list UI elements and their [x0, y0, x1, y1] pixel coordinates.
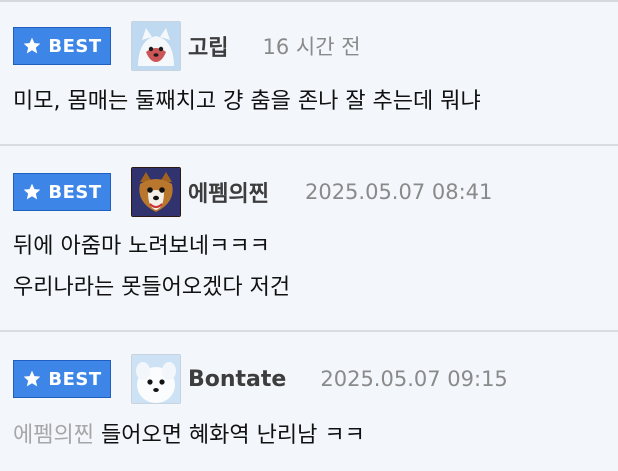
best-badge: BEST — [13, 360, 111, 398]
comment-author[interactable]: 고립 — [188, 30, 228, 62]
best-badge-label: BEST — [48, 181, 102, 203]
comment-body: 에펨의찐 들어오면 혜화역 난리남 ㅋㅋ — [13, 415, 365, 456]
star-icon — [22, 369, 42, 389]
comment-author[interactable]: Bontate — [188, 367, 286, 392]
comment-line: 뒤에 아줌마 노려보네ㅋㅋㅋ — [13, 234, 270, 259]
comment-divider — [0, 330, 618, 332]
comment-time: 16 시간 전 — [262, 35, 361, 59]
comment-header: BEST Bontate 2025.05.07 09:15 — [13, 354, 508, 404]
comment-text: 들어오면 혜화역 난리남 ㅋㅋ — [100, 423, 365, 448]
star-icon — [22, 36, 42, 56]
comment-body: 뒤에 아줌마 노려보네ㅋㅋㅋ 우리나라는 못들어오겠다 저건 — [13, 226, 290, 308]
comment-time: 2025.05.07 08:41 — [304, 180, 493, 204]
comment-body: 미모, 몸매는 둘째치고 걍 춤을 존나 잘 추는데 뭐냐 — [13, 81, 481, 122]
comment-header: BEST 고립 16 시간 전 — [13, 21, 361, 71]
white-fox-avatar-icon[interactable] — [131, 21, 181, 71]
comment-header: BEST 에펨의찐 2025.05.07 08:41 — [13, 167, 492, 217]
top-border — [0, 0, 618, 2]
comment-author[interactable]: 에펨의찐 — [188, 176, 269, 208]
comment-line: 우리나라는 못들어오겠다 저건 — [13, 275, 291, 300]
best-badge: BEST — [13, 173, 111, 211]
dog-avatar-icon[interactable] — [131, 167, 181, 217]
star-icon — [22, 182, 42, 202]
best-badge: BEST — [13, 27, 111, 65]
best-badge-label: BEST — [48, 368, 102, 390]
comment-line: 미모, 몸매는 둘째치고 걍 춤을 존나 잘 추는데 뭐냐 — [13, 89, 481, 114]
comment-line: 에펨의찐 들어오면 혜화역 난리남 ㅋㅋ — [13, 415, 365, 456]
comment-time: 2025.05.07 09:15 — [320, 367, 508, 391]
comment-divider — [0, 144, 618, 146]
best-badge-label: BEST — [48, 35, 102, 57]
mention-link[interactable]: 에펨의찐 — [13, 423, 94, 448]
white-puppy-avatar-icon[interactable] — [131, 354, 181, 404]
